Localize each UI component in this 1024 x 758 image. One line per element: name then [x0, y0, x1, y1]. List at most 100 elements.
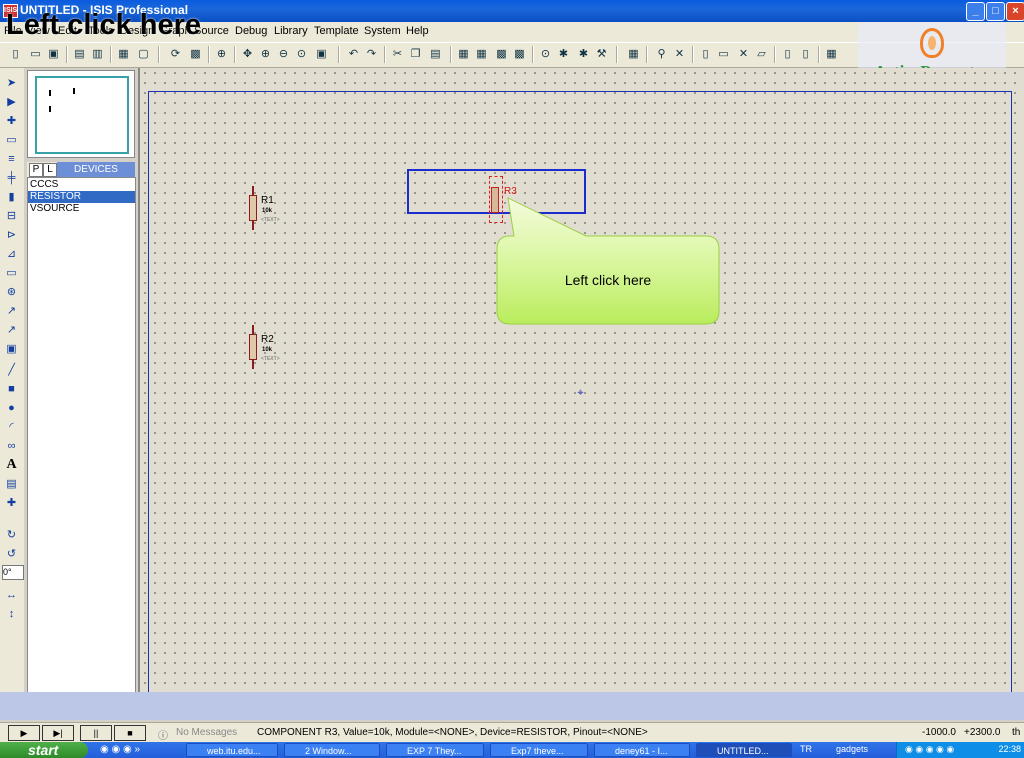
- path-icon[interactable]: ∞: [4, 439, 19, 453]
- graph-icon[interactable]: ⊿: [4, 247, 19, 261]
- exit-sheet-icon[interactable]: ✕: [736, 47, 751, 61]
- print-icon[interactable]: ▦: [116, 47, 131, 61]
- make-device-icon[interactable]: ✱: [556, 47, 571, 61]
- gadgets-toolbar[interactable]: gadgets: [836, 744, 868, 754]
- minimize-button[interactable]: _: [966, 2, 985, 21]
- menu-system[interactable]: System: [364, 25, 401, 37]
- menu-help[interactable]: Help: [406, 25, 429, 37]
- wire-autorouter-icon[interactable]: ▦: [626, 47, 641, 61]
- new-file-icon[interactable]: ▯: [8, 47, 23, 61]
- redo-icon[interactable]: ↷: [364, 47, 379, 61]
- devices-panel-header: P L DEVICES: [27, 162, 135, 177]
- block-copy-icon[interactable]: ▦: [456, 47, 471, 61]
- stop-button[interactable]: ■: [114, 725, 146, 741]
- menu-library[interactable]: Library: [274, 25, 308, 37]
- menu-debug[interactable]: Debug: [235, 25, 267, 37]
- device-item-resistor[interactable]: RESISTOR: [28, 191, 135, 203]
- bill-of-materials-icon[interactable]: ▱: [754, 47, 769, 61]
- open-file-icon[interactable]: ▭: [28, 47, 43, 61]
- pause-button[interactable]: ||: [80, 725, 112, 741]
- text-script-icon[interactable]: ≡: [4, 152, 19, 166]
- remove-sheet-icon[interactable]: ▭: [716, 47, 731, 61]
- text-icon[interactable]: A: [4, 458, 19, 472]
- block-move-icon[interactable]: ▦: [474, 47, 489, 61]
- messages-text[interactable]: No Messages: [176, 727, 237, 738]
- task-exp7-they[interactable]: EXP 7 They...: [386, 743, 484, 757]
- rotate-anticlockwise-icon[interactable]: ↺: [4, 547, 19, 561]
- current-probe-icon[interactable]: ↗: [4, 323, 19, 337]
- zoom-area-icon[interactable]: ▣: [314, 47, 329, 61]
- overview-window[interactable]: [27, 70, 135, 158]
- close-button[interactable]: ×: [1006, 2, 1024, 21]
- zoom-in-icon[interactable]: ⊕: [258, 47, 273, 61]
- line-icon[interactable]: ╱: [4, 363, 19, 377]
- marker-icon[interactable]: ✚: [4, 496, 19, 510]
- menu-template[interactable]: Template: [314, 25, 359, 37]
- import-icon[interactable]: ▤: [72, 47, 87, 61]
- maximize-button[interactable]: □: [986, 2, 1005, 21]
- terminal-icon[interactable]: ⊟: [4, 209, 19, 223]
- r2-value: 10k: [262, 347, 273, 353]
- rotation-angle-field[interactable]: 0°: [2, 565, 24, 580]
- search-icon[interactable]: ⚲: [654, 47, 669, 61]
- circle-icon[interactable]: ●: [4, 401, 19, 415]
- flip-vertical-icon[interactable]: ↕: [4, 607, 19, 621]
- step-button[interactable]: ▶|: [42, 725, 74, 741]
- zoom-all-icon[interactable]: ⊙: [294, 47, 309, 61]
- task-untitled[interactable]: UNTITLED...: [696, 743, 792, 757]
- virtual-instrument-icon[interactable]: ▣: [4, 342, 19, 356]
- electrical-check-icon[interactable]: ▯: [780, 47, 795, 61]
- zoom-out-icon[interactable]: ⊖: [276, 47, 291, 61]
- block-rotate-icon[interactable]: ▩: [494, 47, 509, 61]
- block-delete-icon[interactable]: ▩: [512, 47, 527, 61]
- copy-icon[interactable]: ❐: [408, 47, 423, 61]
- undo-icon[interactable]: ↶: [346, 47, 361, 61]
- pan-icon[interactable]: ✥: [240, 47, 255, 61]
- status-info: COMPONENT R3, Value=10k, Module=<NONE>, …: [257, 727, 648, 738]
- play-button[interactable]: ▶: [8, 725, 40, 741]
- pick-button[interactable]: P: [29, 163, 43, 177]
- box-icon[interactable]: ■: [4, 382, 19, 396]
- paste-icon[interactable]: ▤: [428, 47, 443, 61]
- tape-recorder-icon[interactable]: ▭: [4, 266, 19, 280]
- origin-icon[interactable]: ⊕: [214, 47, 229, 61]
- task-deney61[interactable]: deney61 - I...: [594, 743, 690, 757]
- export-icon[interactable]: ▥: [90, 47, 105, 61]
- tray-icons[interactable]: ◉ ◉ ◉ ◉ ◉: [905, 744, 954, 755]
- voltage-probe-icon[interactable]: ↗: [4, 304, 19, 318]
- grid-icon[interactable]: ▩: [188, 47, 203, 61]
- label-mode-icon[interactable]: ▭: [4, 133, 19, 147]
- package-tool-icon[interactable]: ✱: [576, 47, 591, 61]
- new-sheet-icon[interactable]: ▯: [698, 47, 713, 61]
- pin-icon[interactable]: ⊳: [4, 228, 19, 242]
- task-exp7-theve[interactable]: Exp7 theve...: [490, 743, 588, 757]
- task-web[interactable]: web.itu.edu...: [186, 743, 278, 757]
- netlist-icon[interactable]: ▯: [798, 47, 813, 61]
- start-button[interactable]: start: [0, 742, 88, 758]
- subcircuit-icon[interactable]: ▮: [4, 190, 19, 204]
- pick-device-icon[interactable]: ⊙: [538, 47, 553, 61]
- flip-horizontal-icon[interactable]: ↔: [4, 588, 19, 602]
- generator-icon[interactable]: ⊛: [4, 285, 19, 299]
- bus-mode-icon[interactable]: ╪: [4, 171, 19, 185]
- ares-icon[interactable]: ▦: [824, 47, 839, 61]
- callout-text: Left click here: [564, 272, 652, 288]
- refresh-icon[interactable]: ⟳: [168, 47, 183, 61]
- cut-icon[interactable]: ✂: [390, 47, 405, 61]
- symbol-icon[interactable]: ▤: [4, 477, 19, 491]
- device-item-cccs[interactable]: CCCS: [28, 179, 135, 191]
- decompose-icon[interactable]: ⚒: [594, 47, 609, 61]
- library-button[interactable]: L: [43, 163, 57, 177]
- rotate-clockwise-icon[interactable]: ↻: [4, 528, 19, 542]
- arc-icon[interactable]: ◜: [4, 420, 19, 434]
- selection-mode-icon[interactable]: ➤: [4, 76, 19, 90]
- junction-mode-icon[interactable]: ✚: [4, 114, 19, 128]
- print-area-icon[interactable]: ▢: [136, 47, 151, 61]
- property-assign-icon[interactable]: ✕: [672, 47, 687, 61]
- component-mode-icon[interactable]: ▶: [4, 95, 19, 109]
- device-item-vsource[interactable]: VSOURCE: [28, 203, 135, 215]
- language-indicator[interactable]: TR: [800, 744, 812, 754]
- save-icon[interactable]: ▣: [46, 47, 61, 61]
- quicklaunch-icons[interactable]: ◉ ◉ ◉ »: [100, 744, 140, 755]
- task-window[interactable]: 2 Window...: [284, 743, 380, 757]
